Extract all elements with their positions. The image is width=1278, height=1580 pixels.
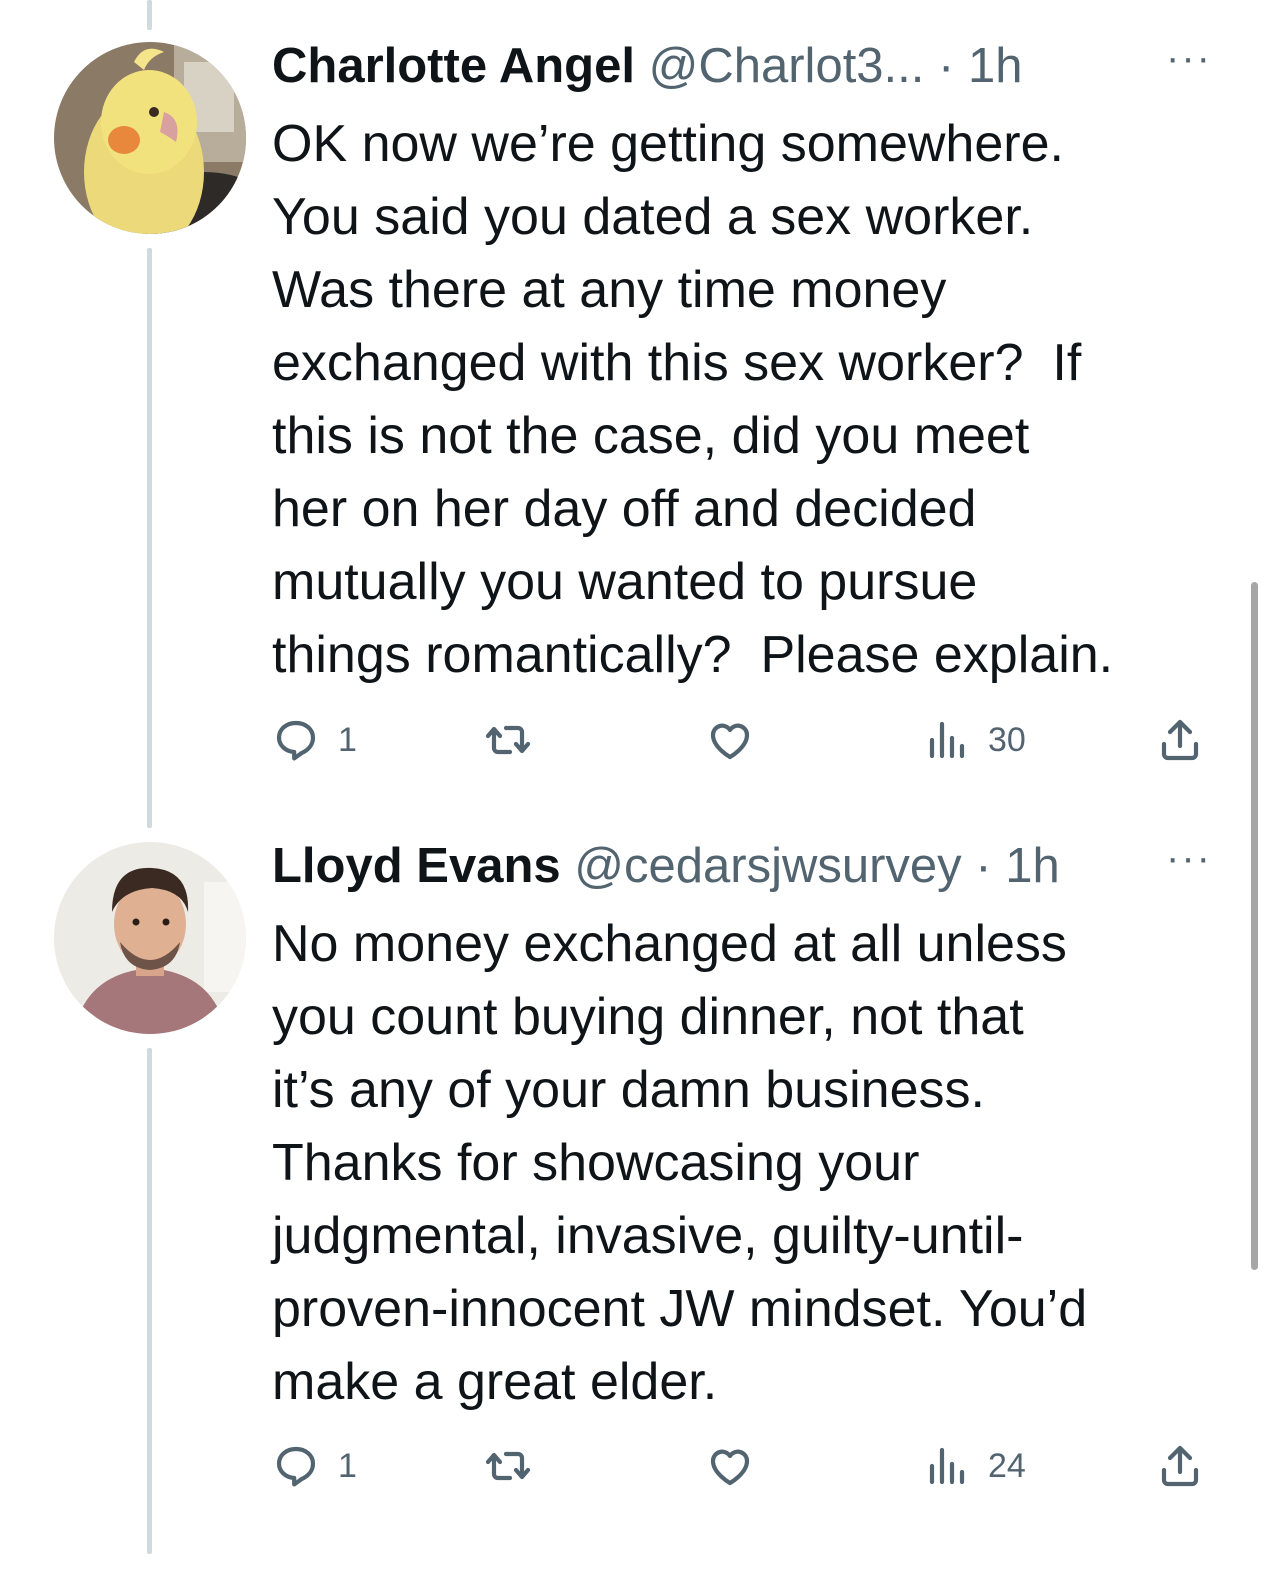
- author-handle[interactable]: @Charlot3...: [649, 39, 925, 93]
- tweet-lloyd[interactable]: Lloyd Evans @cedarsjwsurvey · 1h ··· No …: [272, 836, 1212, 1419]
- like-button[interactable]: [706, 1441, 754, 1491]
- more-icon[interactable]: ···: [1166, 836, 1212, 880]
- author-handle[interactable]: @cedarsjwsurvey: [574, 839, 961, 893]
- header-separator: ·: [938, 39, 955, 93]
- retweet-icon: [485, 1451, 531, 1481]
- more-icon[interactable]: ···: [1166, 36, 1212, 80]
- share-icon: [1161, 1445, 1199, 1487]
- author-name[interactable]: Lloyd Evans: [272, 839, 561, 893]
- reply-button[interactable]: 1: [272, 715, 357, 765]
- reply-icon: [276, 1446, 316, 1487]
- views-icon: [929, 1447, 965, 1485]
- avatar-bird-image: [54, 42, 246, 234]
- thread-line-1: [147, 248, 152, 828]
- views-count: 24: [988, 1446, 1026, 1485]
- views-button[interactable]: 30: [922, 715, 1026, 765]
- tweet-header: Lloyd Evans @cedarsjwsurvey · 1h ···: [272, 836, 1212, 896]
- retweet-button[interactable]: [484, 1441, 532, 1491]
- tweet-time[interactable]: 1h: [1005, 839, 1060, 893]
- tweet-actions: 1 30: [272, 715, 1207, 765]
- thread-line-top: [147, 0, 152, 30]
- avatar-lloyd[interactable]: [54, 842, 246, 1034]
- tweet-text: OK now we’re getting somewhere. You said…: [272, 115, 1114, 684]
- avatar-charlotte[interactable]: [54, 42, 246, 234]
- reply-count: 1: [338, 720, 357, 759]
- reply-button[interactable]: 1: [272, 1441, 357, 1491]
- views-count: 30: [988, 720, 1026, 759]
- retweet-icon: [485, 725, 531, 755]
- tweet-header: Charlotte Angel @Charlot3... · 1h ···: [272, 36, 1212, 96]
- share-icon: [1161, 719, 1199, 761]
- views-icon: [929, 721, 965, 759]
- avatar-person-image: [54, 842, 246, 1034]
- retweet-button[interactable]: [484, 715, 532, 765]
- scrollbar-thumb[interactable]: [1251, 582, 1258, 1270]
- like-icon: [710, 723, 750, 760]
- tweet-charlotte[interactable]: Charlotte Angel @Charlot3... · 1h ··· OK…: [272, 36, 1212, 692]
- author-name[interactable]: Charlotte Angel: [272, 39, 635, 93]
- thread-line-2: [147, 1048, 152, 1554]
- header-separator: ·: [975, 839, 992, 893]
- share-button[interactable]: [1156, 1441, 1204, 1491]
- tweet-actions: 1 24: [272, 1441, 1207, 1491]
- like-button[interactable]: [706, 715, 754, 765]
- reply-icon: [276, 720, 316, 761]
- views-button[interactable]: 24: [922, 1441, 1026, 1491]
- reply-count: 1: [338, 1446, 357, 1485]
- share-button[interactable]: [1156, 715, 1204, 765]
- like-icon: [710, 1449, 750, 1486]
- tweet-text: No money exchanged at all unless you cou…: [272, 915, 1088, 1411]
- tweet-time[interactable]: 1h: [968, 39, 1023, 93]
